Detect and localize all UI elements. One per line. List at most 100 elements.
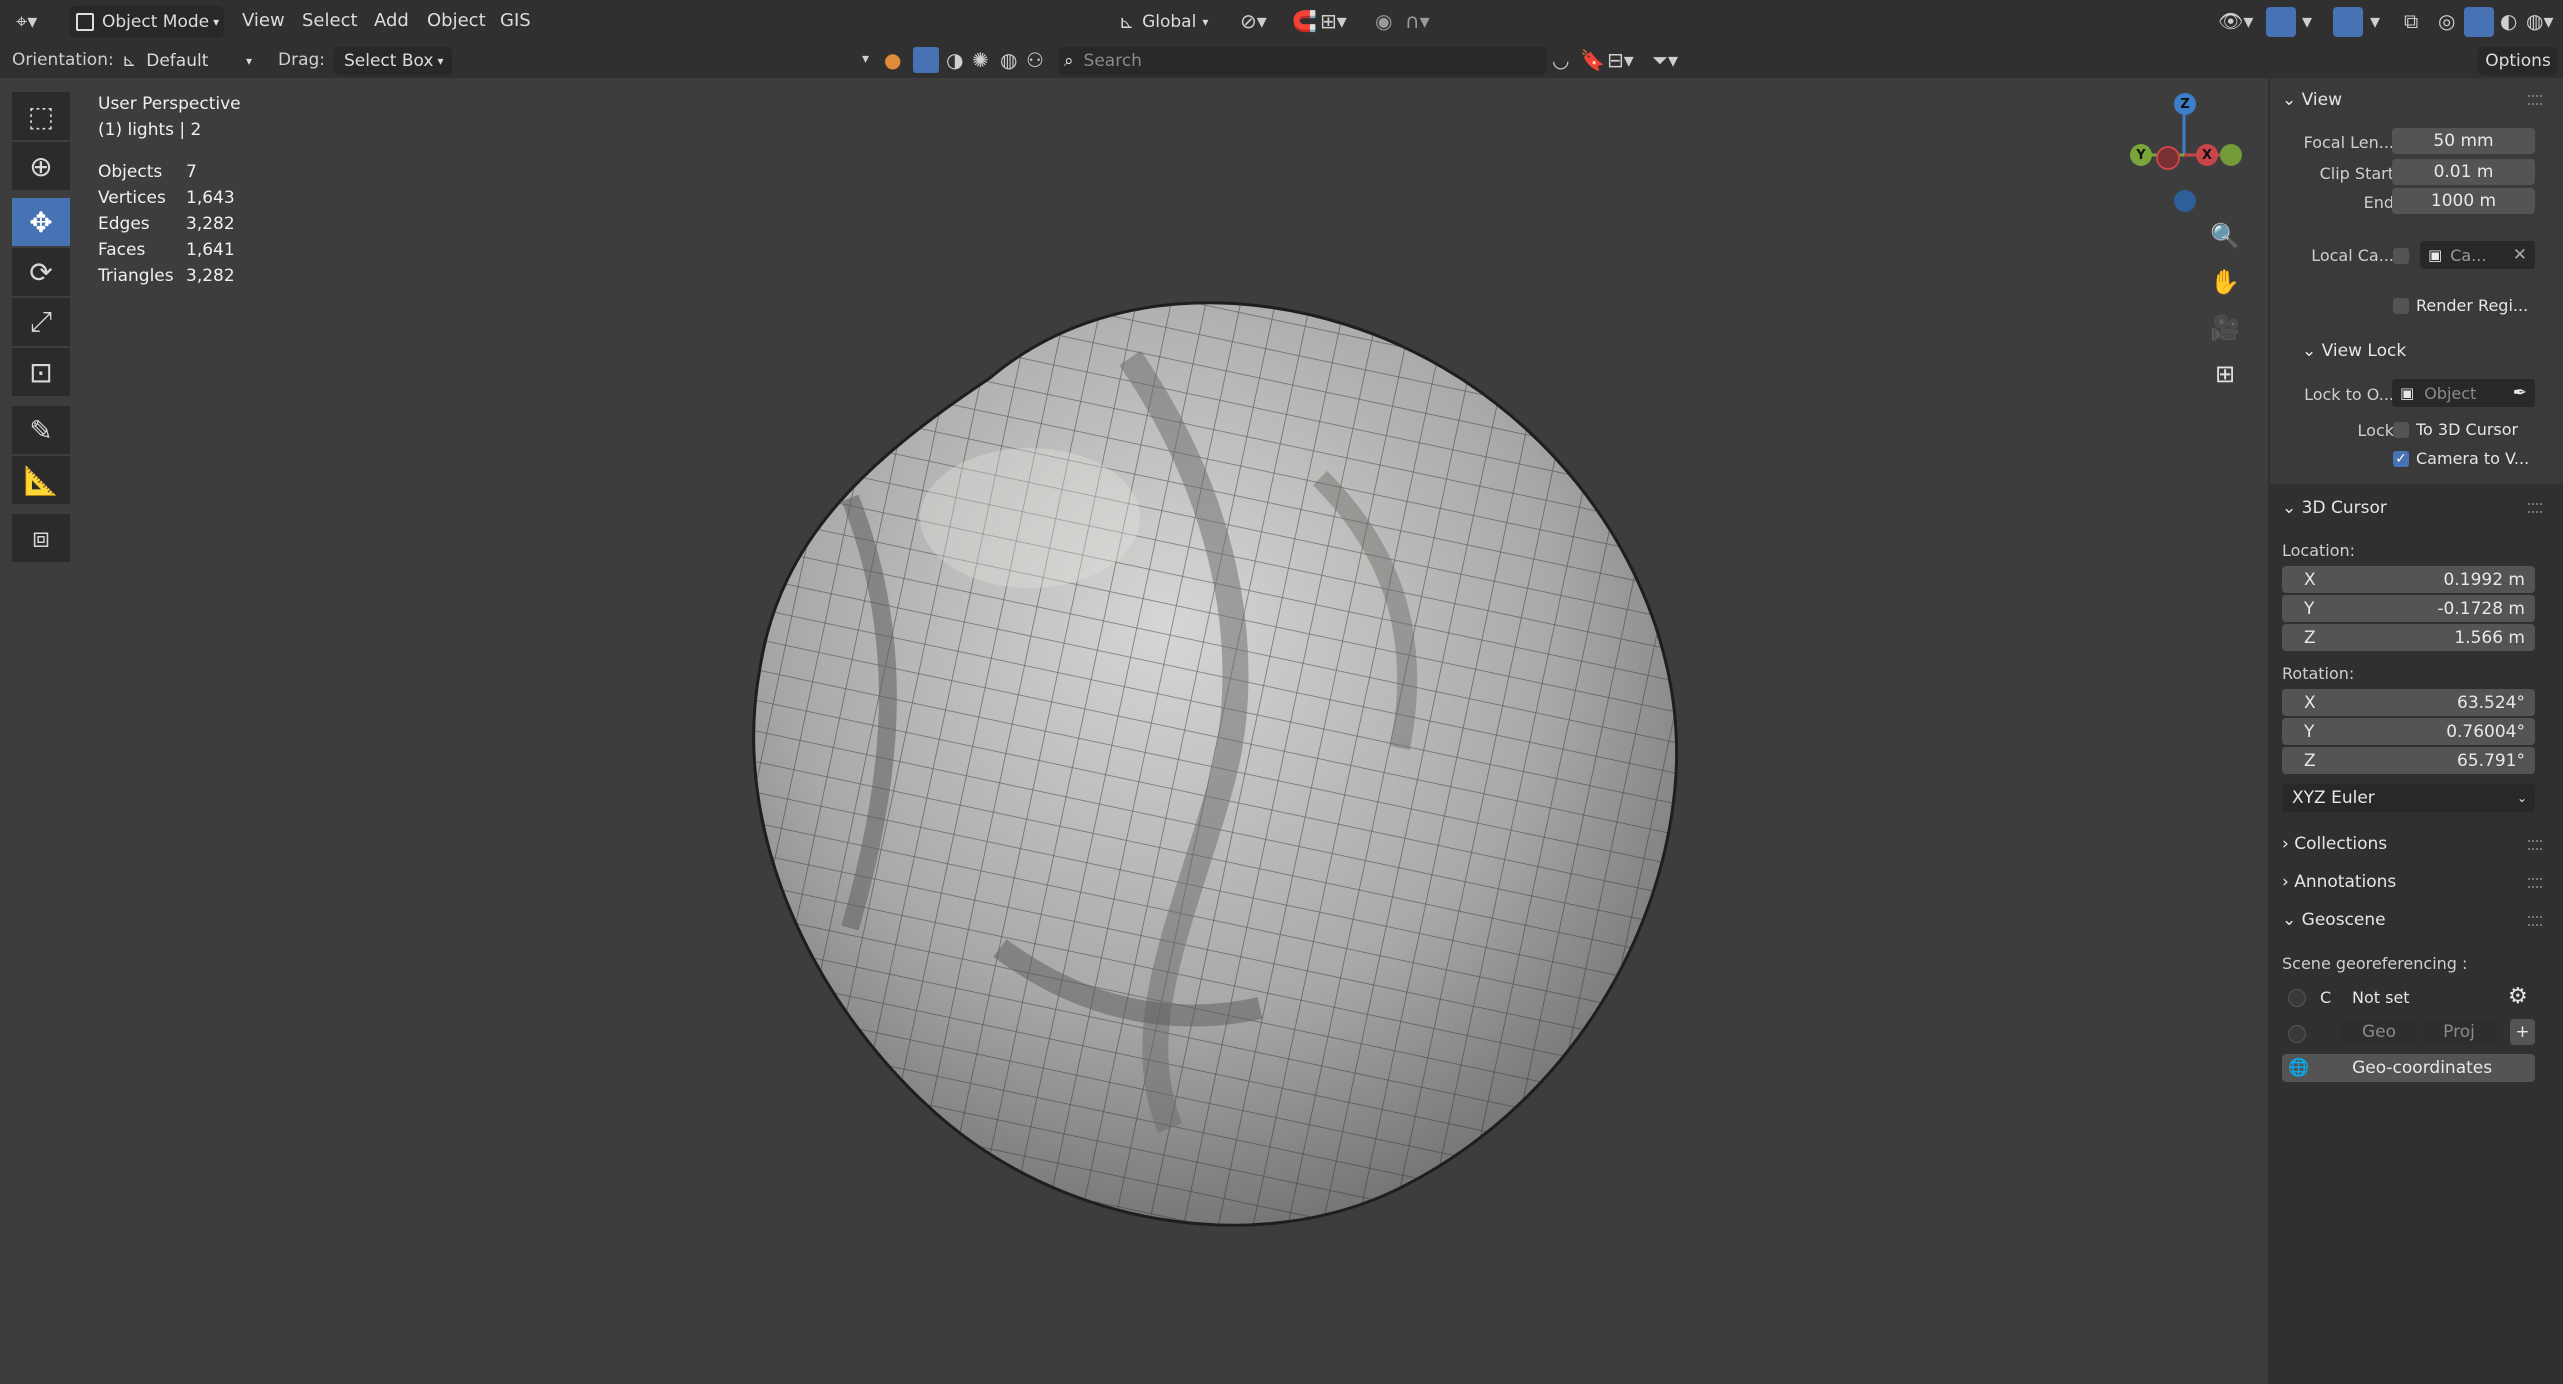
collapse-icon[interactable]: ◡ [1552, 50, 1569, 70]
add-button[interactable]: + [2510, 1019, 2535, 1045]
filter-world-icon[interactable]: ◍ [1000, 50, 1017, 70]
editor-type-icon[interactable]: ⌖▾ [16, 11, 37, 31]
drag-handle-icon[interactable] [2528, 916, 2542, 926]
scale-tool[interactable]: ⤢ [12, 298, 70, 346]
3d-viewport[interactable] [0, 78, 2563, 1384]
view-lock-title: View Lock [2321, 341, 2407, 361]
drag-handle-icon[interactable] [2528, 840, 2542, 850]
cursor-location-x-field[interactable]: X 0.1992 m [2282, 566, 2535, 593]
cursor-location-y-field[interactable]: Y -0.1728 m [2282, 595, 2535, 622]
menu-object[interactable]: Object [427, 10, 486, 31]
camera-view-button[interactable]: 🎥 [2205, 308, 2245, 348]
clip-start-field[interactable]: 0.01 m [2392, 159, 2535, 185]
snap-target-icon[interactable]: ⊞▾ [1320, 11, 1347, 31]
proj-button[interactable]: Proj [2420, 1019, 2498, 1045]
transform-orientation-dropdown[interactable]: ⊾ Global ▾ [1115, 6, 1230, 38]
gizmo-neg-y-axis[interactable] [2220, 144, 2242, 166]
menu-gis[interactable]: GIS [500, 10, 531, 31]
filter-misc-icon[interactable]: ⚇ [1026, 50, 1044, 70]
xray-icon[interactable]: ⧉ [2404, 11, 2418, 31]
view-section-header[interactable]: ⌄ View [2282, 90, 2342, 110]
move-tool[interactable]: ✥ [12, 198, 70, 246]
mode-dropdown[interactable]: Object Mode ▾ [70, 6, 224, 38]
chevron-down-icon[interactable]: ▾ [2302, 11, 2312, 31]
local-camera-field[interactable]: ▣ Ca... ✕ [2420, 241, 2535, 269]
wireframe-shading-icon[interactable]: ◎ [2438, 11, 2455, 31]
render-region-checkbox[interactable] [2393, 298, 2409, 314]
chevron-down-icon[interactable]: ▾ [862, 52, 869, 66]
rotate-tool[interactable]: ⟳ [12, 248, 70, 296]
close-icon[interactable]: ✕ [2513, 245, 2527, 265]
orientation-dropdown[interactable]: ⊾ Default ▾ [118, 47, 258, 75]
gear-icon[interactable]: ⚙ [2508, 984, 2528, 1009]
filter-light-icon[interactable]: ✺ [972, 50, 989, 70]
annotations-section-header[interactable]: › Annotations [2282, 872, 2396, 892]
sort-icon[interactable]: ⊟▾ [1607, 50, 1634, 70]
drag-dropdown[interactable]: Select Box ▾ [334, 47, 452, 75]
geoscene-section-header[interactable]: ⌄ Geoscene [2282, 910, 2386, 930]
menu-add[interactable]: Add [374, 10, 409, 31]
pivot-point-icon[interactable]: ⊘▾ [1240, 11, 1267, 31]
focal-length-field[interactable]: 50 mm [2392, 128, 2535, 154]
select-box-tool[interactable]: ⬚ [12, 92, 70, 140]
menu-select[interactable]: Select [302, 10, 358, 31]
cursor-location-z-field[interactable]: Z 1.566 m [2282, 624, 2535, 651]
visibility-icon[interactable]: 👁▾ [2218, 11, 2253, 31]
gizmo-neg-x-axis[interactable] [2156, 146, 2180, 170]
gizmo-toggle-button[interactable] [2266, 7, 2296, 37]
mesh-object[interactable] [700, 228, 1700, 1288]
annotate-tool[interactable]: ✎ [12, 406, 70, 454]
cursor-rotation-y-field[interactable]: Y 0.76004° [2282, 718, 2535, 745]
drag-handle-icon[interactable] [2528, 503, 2542, 513]
drag-handle-icon[interactable] [2528, 95, 2542, 105]
axis-label: X [2304, 569, 2316, 590]
crs-radio[interactable] [2288, 989, 2306, 1007]
zoom-button[interactable]: 🔍 [2205, 216, 2245, 256]
filter-icon[interactable]: ⏷▾ [1652, 50, 1678, 70]
add-cube-tool[interactable]: ⧈ [12, 514, 70, 562]
scene-objects-icon[interactable]: ● [884, 50, 901, 70]
geo-coordinates-button[interactable]: 🌐 Geo-coordinates [2282, 1054, 2535, 1082]
material-shading-icon[interactable]: ◐ [2500, 11, 2517, 31]
snap-icon[interactable]: 🧲 [1292, 11, 1317, 31]
gizmo-z-axis[interactable]: Z [2174, 93, 2196, 115]
proportional-edit-icon[interactable]: ◉ [1375, 11, 1392, 31]
bookmark-icon[interactable]: 🔖 [1580, 50, 1605, 70]
cursor-rotation-x-field[interactable]: X 63.524° [2282, 689, 2535, 716]
transform-tool[interactable]: ⊡ [12, 348, 70, 396]
menu-view[interactable]: View [242, 10, 285, 31]
chevron-down-icon[interactable]: ▾ [2370, 11, 2380, 31]
cursor-section-header[interactable]: ⌄ 3D Cursor [2282, 498, 2387, 518]
geo-button[interactable]: Geo [2340, 1019, 2418, 1045]
gizmo-neg-z-axis[interactable] [2174, 190, 2196, 212]
filter-material-icon[interactable]: ◑ [946, 50, 963, 70]
pan-button[interactable]: ✋ [2205, 262, 2245, 302]
overlays-toggle-button[interactable] [2333, 7, 2363, 37]
lock-to-object-field[interactable]: ▣ Object ✒ [2392, 379, 2535, 407]
measure-tool[interactable]: 📐 [12, 456, 70, 504]
perspective-toggle-button[interactable]: ⊞ [2205, 354, 2245, 394]
rendered-shading-icon[interactable]: ◍▾ [2526, 11, 2554, 31]
rotation-mode-dropdown[interactable]: XYZ Euler ⌄ [2282, 784, 2535, 812]
local-camera-checkbox[interactable] [2393, 248, 2409, 264]
eyedropper-icon[interactable]: ✒ [2513, 383, 2527, 403]
collections-section-header[interactable]: › Collections [2282, 834, 2387, 854]
lock-to-cursor-checkbox[interactable] [2393, 422, 2409, 438]
drag-handle-icon[interactable] [2528, 878, 2542, 888]
cursor-rotation-z-field[interactable]: Z 65.791° [2282, 747, 2535, 774]
crs-letter: C [2320, 988, 2332, 1007]
gizmo-y-axis[interactable]: Y [2130, 144, 2152, 166]
options-button[interactable]: Options [2478, 47, 2558, 75]
cursor-tool[interactable]: ⊕ [12, 142, 70, 190]
clip-end-field[interactable]: 1000 m [2392, 188, 2535, 214]
filter-mesh-button[interactable] [913, 47, 939, 73]
camera-to-view-checkbox[interactable]: ✓ [2393, 451, 2409, 467]
search-placeholder: Search [1083, 51, 1142, 71]
geo-radio[interactable] [2288, 1025, 2306, 1043]
navigation-gizmo[interactable]: Z Y X [2120, 88, 2242, 218]
search-field[interactable]: ⌕ Search [1058, 47, 1546, 75]
solid-shading-button[interactable] [2464, 7, 2494, 37]
view-lock-section-header[interactable]: ⌄ View Lock [2302, 341, 2406, 361]
gizmo-x-axis[interactable]: X [2196, 144, 2218, 166]
falloff-icon[interactable]: ∩▾ [1405, 11, 1430, 31]
